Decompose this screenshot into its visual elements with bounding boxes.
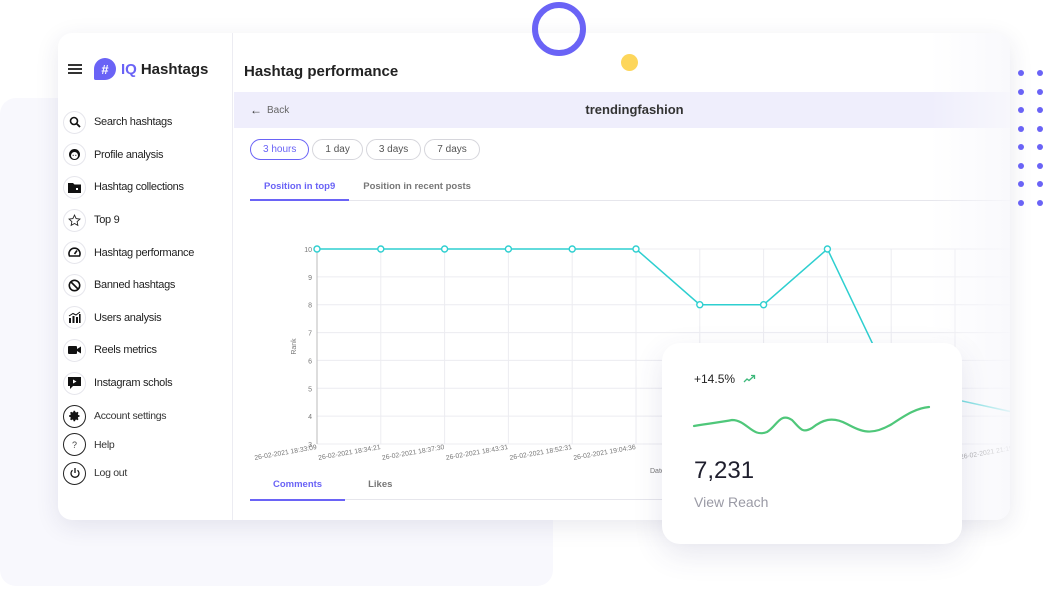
y-tick-label: 7 [308, 331, 312, 338]
tab-likes[interactable]: Likes [345, 473, 415, 501]
view-reach-card: +14.5% 7,231 View Reach [662, 343, 962, 544]
brand: # IQ Hashtags [68, 58, 208, 80]
sidebar-item-banned-hashtags[interactable]: Banned hashtags [63, 269, 194, 302]
sidebar-item-help[interactable]: ? Help [63, 431, 166, 460]
x-tick-label: 26-02-2021 19:04:36 [573, 444, 637, 462]
sparkline-path [692, 405, 931, 435]
logo-icon: # [94, 58, 116, 80]
position-tabs: Position in top9 Position in recent post… [250, 173, 1010, 201]
reach-sparkline [692, 405, 931, 435]
x-tick-label: 26-02-2021 18:52:31 [509, 444, 573, 462]
data-point [504, 245, 513, 253]
sidebar-item-log-out[interactable]: Log out [63, 459, 166, 488]
sidebar-item-label: Log out [94, 467, 127, 480]
ban-icon [63, 273, 86, 297]
data-point [632, 245, 640, 253]
logo-prefix: IQ [121, 60, 137, 78]
range-3-hours[interactable]: 3 hours [250, 139, 310, 160]
data-point [568, 245, 576, 253]
y-tick-label: 10 [304, 247, 312, 254]
sidebar-item-label: Instagram schols [94, 377, 173, 390]
bar-chart-icon [63, 306, 86, 330]
data-point [377, 245, 385, 253]
x-tick-label: 26-02-2021 18:33:09 [254, 444, 318, 462]
y-tick-label: 4 [308, 414, 312, 421]
sidebar-item-users-analysis[interactable]: Users analysis [63, 302, 194, 335]
face-icon [63, 143, 86, 167]
engagement-tabs: Comments Likes [250, 473, 670, 501]
hashtag-header-bar: ← Back trendingfashion [234, 92, 1010, 128]
range-7-days[interactable]: 7 days [424, 139, 480, 160]
y-tick-label: 6 [308, 358, 312, 365]
sidebar-item-hashtag-collections[interactable]: Hashtag collections [63, 171, 194, 204]
stage: # IQ Hashtags Search hashtags Profile an… [0, 0, 1047, 596]
x-tick-label: 26-02-2021 18:34:21 [318, 444, 382, 462]
sidebar-item-label: Hashtag collections [94, 181, 184, 194]
sidebar-item-profile-analysis[interactable]: Profile analysis [63, 139, 194, 172]
data-point [759, 301, 768, 309]
sidebar-item-label: Top 9 [94, 214, 120, 227]
trend-up-icon [743, 372, 757, 386]
logo-name: Hashtags [140, 60, 209, 78]
decorative-ring [532, 2, 586, 56]
help-icon: ? [63, 433, 86, 457]
page-title: Hashtag performance [244, 63, 399, 80]
sidebar-item-label: Banned hashtags [94, 279, 176, 292]
time-range-selector: 3 hours 1 day 3 days 7 days [250, 139, 480, 160]
y-tick-label: 5 [308, 386, 312, 393]
sidebar-item-label: Reels metrics [94, 344, 157, 357]
power-icon [63, 461, 86, 485]
sidebar-item-instagram-schools[interactable]: Instagram schols [63, 367, 194, 400]
sidebar-nav: Search hashtags Profile analysis Hashtag… [63, 106, 194, 399]
reach-label: View Reach [694, 494, 769, 510]
sidebar-item-reels-metrics[interactable]: Reels metrics [63, 334, 194, 367]
range-3-days[interactable]: 3 days [365, 139, 422, 160]
tab-position-in-recent-posts[interactable]: Position in recent posts [349, 173, 485, 201]
tab-position-in-top9[interactable]: Position in top9 [250, 173, 350, 201]
y-tick-label: 9 [308, 275, 312, 282]
sidebar: # IQ Hashtags Search hashtags Profile an… [58, 33, 233, 520]
gear-icon [63, 404, 86, 428]
reach-change: +14.5% [694, 372, 757, 386]
data-point [696, 301, 704, 309]
sidebar-item-label: Help [94, 438, 115, 451]
sidebar-item-label: Account settings [94, 410, 167, 423]
star-icon [63, 208, 86, 232]
y-axis-title: Rank [291, 338, 298, 355]
range-1-day[interactable]: 1 day [312, 139, 363, 160]
play-square-icon [63, 371, 86, 395]
folder-icon [63, 175, 86, 199]
sidebar-item-top-9[interactable]: Top 9 [63, 204, 194, 237]
sidebar-item-label: Users analysis [94, 311, 162, 324]
y-tick-label: 8 [308, 303, 312, 310]
sidebar-item-account-settings[interactable]: Account settings [63, 402, 167, 431]
data-point [313, 245, 321, 253]
gauge-icon [63, 241, 86, 265]
search-icon [63, 110, 86, 134]
data-point [440, 245, 449, 253]
reach-change-value: +14.5% [694, 372, 736, 386]
decorative-dot [621, 54, 638, 71]
reach-value: 7,231 [694, 457, 755, 484]
sidebar-item-label: Hashtag performance [94, 246, 195, 259]
x-tick-label: 26-02-2021 21:19:5 [959, 444, 1010, 461]
x-tick-label: 26-02-2021 18:37:30 [382, 444, 446, 462]
video-camera-icon [63, 338, 86, 362]
sidebar-item-label: Profile analysis [94, 148, 164, 161]
sidebar-item-label: Search hashtags [94, 116, 173, 129]
decorative-dot-grid [1018, 70, 1043, 206]
sidebar-item-search-hashtags[interactable]: Search hashtags [63, 106, 194, 139]
sidebar-item-hashtag-performance[interactable]: Hashtag performance [63, 236, 194, 269]
menu-icon[interactable] [68, 64, 82, 74]
x-tick-label: 26-02-2021 18:43:31 [445, 444, 509, 462]
data-point [823, 245, 832, 253]
hashtag-title: trendingfashion [585, 102, 684, 117]
sidebar-footer-nav: Account settings ? Help Log out [63, 402, 167, 488]
tab-comments[interactable]: Comments [250, 473, 346, 501]
